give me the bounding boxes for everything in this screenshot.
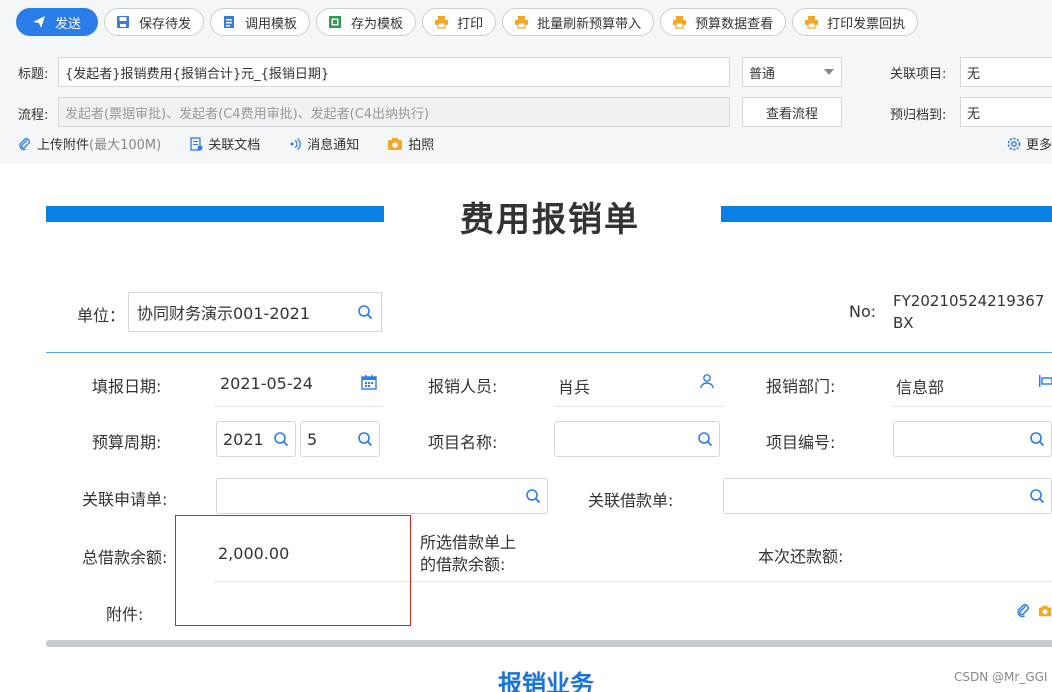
message-notify-button[interactable]: 消息通知 xyxy=(288,134,359,153)
related-request-input[interactable] xyxy=(216,478,548,514)
printer-icon xyxy=(671,14,687,30)
person-label: 报销人员: xyxy=(428,377,498,396)
paperclip-icon[interactable] xyxy=(1016,603,1031,618)
save-template-button[interactable]: 存为模板 xyxy=(316,8,417,36)
project-no-label: 项目编号: xyxy=(766,433,836,452)
search-icon[interactable] xyxy=(697,431,713,447)
highlight-box xyxy=(175,515,411,626)
print-button[interactable]: 打印 xyxy=(422,8,497,36)
attachment-toolbar: 上传附件(最大100M) 关联文档 消息通知 拍照 xyxy=(18,134,434,153)
fill-date-label: 填报日期: xyxy=(92,377,162,396)
camera-icon[interactable] xyxy=(1038,604,1052,618)
project-name-label: 项目名称: xyxy=(428,433,498,452)
search-icon[interactable] xyxy=(357,304,373,320)
title-label: 标题: xyxy=(18,67,49,82)
selected-loan-label: 所选借款单上 的借款余额: xyxy=(420,533,517,574)
print-receipt-button[interactable]: 打印发票回执 xyxy=(792,8,919,36)
search-icon[interactable] xyxy=(1029,431,1045,447)
related-request-label: 关联申请单: xyxy=(82,490,168,509)
budget-year-input[interactable]: 2021 xyxy=(216,421,296,457)
watermark: CSDN @Mr_GGI xyxy=(954,670,1048,684)
broadcast-icon xyxy=(288,137,302,151)
printer-icon xyxy=(803,14,819,30)
search-icon[interactable] xyxy=(273,431,289,447)
title-decor-right xyxy=(721,206,1052,222)
related-loan-input[interactable] xyxy=(723,478,1052,514)
unit-label: 单位： xyxy=(77,306,126,325)
user-icon[interactable] xyxy=(699,373,715,389)
calendar-icon[interactable] xyxy=(361,374,377,390)
search-icon[interactable] xyxy=(525,488,541,504)
document-link-icon xyxy=(189,136,203,151)
paperclip-icon xyxy=(18,137,32,151)
project-name-input[interactable] xyxy=(554,421,720,457)
send-button[interactable]: 发送 xyxy=(16,8,99,36)
project-no-input[interactable] xyxy=(893,421,1052,457)
use-template-button[interactable]: 调用模板 xyxy=(210,8,311,36)
template-icon xyxy=(221,14,237,30)
toolbar: 发送 保存待发 调用模板 存为模板 打印 批量刷新预算带入 预算数据查看 打印发… xyxy=(16,8,919,36)
save-icon xyxy=(115,14,131,30)
search-icon[interactable] xyxy=(357,431,373,447)
fill-date-underline xyxy=(214,406,384,407)
archive-select[interactable]: 无 xyxy=(960,97,1052,127)
flow-input: 发起者(票据审批)、发起者(C4费用审批)、发起者(C4出纳执行) xyxy=(58,97,730,127)
dept-value[interactable]: 信息部 xyxy=(896,374,944,398)
printer-icon xyxy=(513,14,529,30)
org-icon[interactable] xyxy=(1038,373,1052,389)
gear-icon xyxy=(1006,136,1022,152)
budget-month-input[interactable]: 5 xyxy=(300,421,380,457)
more-button[interactable]: 更多 xyxy=(1006,134,1052,153)
dept-label: 报销部门: xyxy=(766,377,836,396)
header-separator xyxy=(46,352,1052,353)
priority-select[interactable]: 普通 xyxy=(742,57,842,87)
related-document-button[interactable]: 关联文档 xyxy=(189,134,260,153)
batch-refresh-button[interactable]: 批量刷新预算带入 xyxy=(502,8,655,36)
chevron-down-icon xyxy=(823,68,835,76)
no-label: No: xyxy=(849,302,877,321)
archive-label: 预归档到: xyxy=(890,108,947,123)
unit-input[interactable]: 协同财务演示001-2021 xyxy=(128,292,382,332)
attachment-label: 附件: xyxy=(106,605,144,624)
title-decor-left xyxy=(46,206,384,222)
fill-date-value[interactable]: 2021-05-24 xyxy=(220,374,313,393)
person-underline xyxy=(554,406,724,407)
person-value[interactable]: 肖兵 xyxy=(558,374,590,398)
document-number: FY20210524219367BX xyxy=(893,292,1045,332)
dept-underline xyxy=(892,406,1052,407)
total-loan-label: 总借款余额: xyxy=(82,548,168,567)
section-divider xyxy=(46,640,1052,647)
send-icon xyxy=(31,14,47,30)
view-flow-button[interactable]: 查看流程 xyxy=(742,97,842,127)
upload-attachment-button[interactable]: 上传附件(最大100M) xyxy=(18,134,161,153)
related-loan-label: 关联借款单: xyxy=(588,491,674,510)
printer-icon xyxy=(433,14,449,30)
repay-label: 本次还款额: xyxy=(758,547,844,566)
save-draft-button[interactable]: 保存待发 xyxy=(104,8,205,36)
save-template-icon xyxy=(327,14,343,30)
search-icon[interactable] xyxy=(1029,488,1045,504)
related-project-label: 关联项目: xyxy=(890,67,947,82)
top-panel: 发送 保存待发 调用模板 存为模板 打印 批量刷新预算带入 预算数据查看 打印发… xyxy=(0,0,1052,164)
take-photo-button[interactable]: 拍照 xyxy=(387,134,434,153)
flow-label: 流程: xyxy=(18,108,49,123)
budget-period-label: 预算周期: xyxy=(92,433,162,452)
related-project-select[interactable]: 无 xyxy=(960,57,1052,87)
camera-icon xyxy=(387,137,403,151)
form-title: 费用报销单 xyxy=(460,200,640,240)
section-title: 报销业务 xyxy=(498,670,594,692)
title-input[interactable]: {发起者}报销费用{报销合计}元_{报销日期} xyxy=(58,57,730,87)
budget-view-button[interactable]: 预算数据查看 xyxy=(660,8,787,36)
